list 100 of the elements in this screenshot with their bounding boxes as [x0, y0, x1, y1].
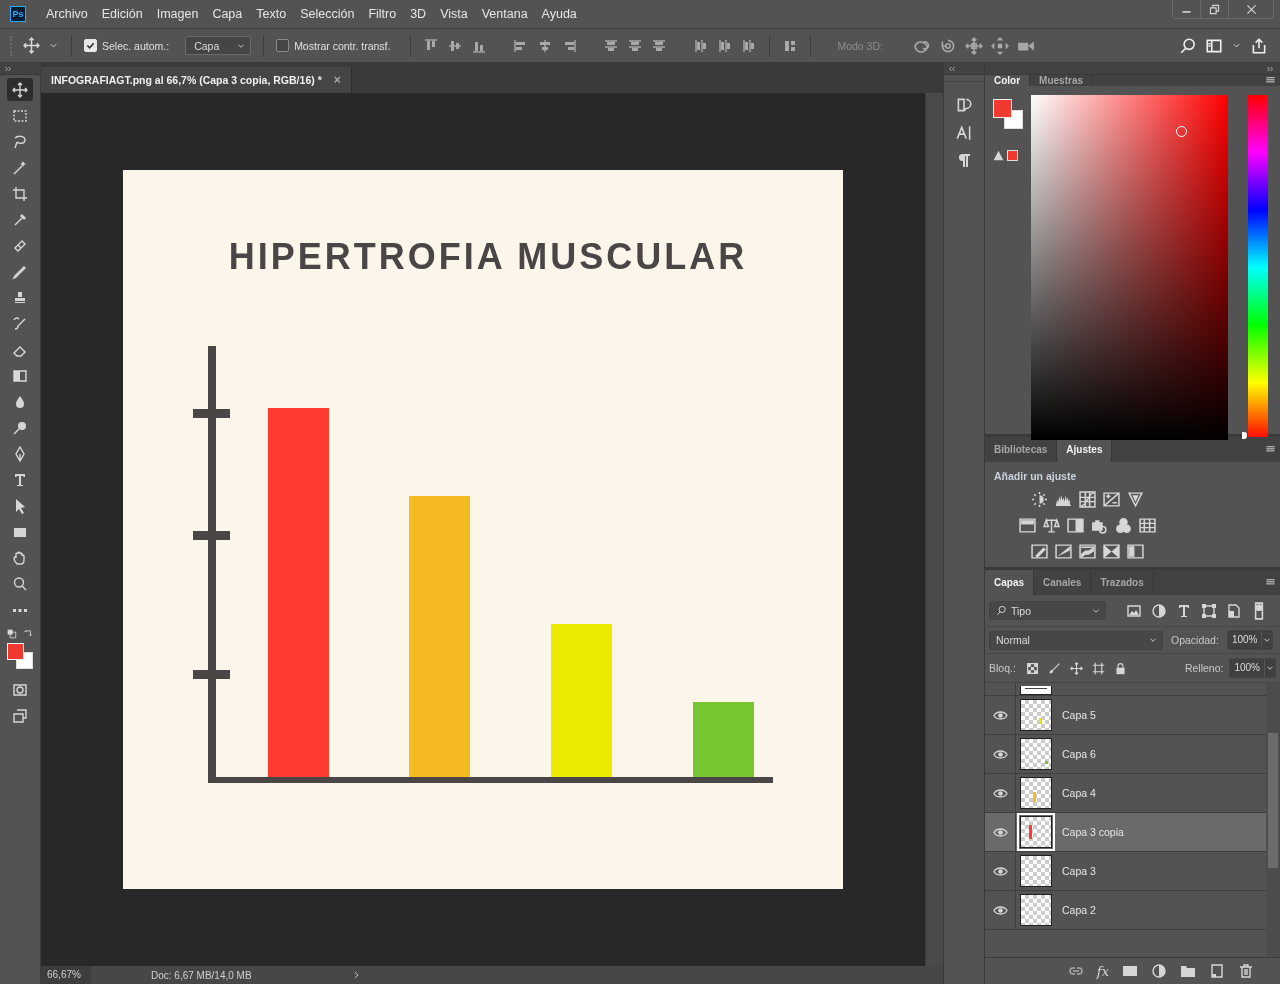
panel-menu-icon[interactable] [1265, 75, 1276, 86]
eyedropper-icon[interactable] [12, 211, 28, 228]
grayscale-icon[interactable] [1067, 516, 1084, 534]
rectangular-marquee-icon[interactable] [12, 107, 28, 124]
document-tab[interactable]: INFOGRAFIAGT.png al 66,7% (Capa 3 copia, RGB/16) * × [41, 67, 352, 93]
panel-tab[interactable]: Muestras [1030, 75, 1093, 86]
pen-icon[interactable] [12, 445, 28, 462]
layer-mask-icon[interactable] [1122, 963, 1138, 979]
posterize-icon[interactable] [1055, 542, 1072, 560]
smart-object-filter-icon[interactable] [1226, 602, 1242, 619]
menu-item[interactable]: Selección [300, 7, 355, 21]
lock-transparency-icon[interactable] [1025, 661, 1039, 675]
vertical-scrollbar[interactable] [925, 93, 943, 966]
menu-item[interactable]: Texto [256, 7, 287, 21]
zoom-field[interactable]: 66,67% [41, 966, 91, 984]
selective-color-icon[interactable] [1103, 542, 1120, 560]
trash-icon[interactable] [1238, 963, 1254, 979]
fill-field[interactable]: 100% [1229, 658, 1276, 678]
brightness-icon[interactable] [1031, 490, 1048, 508]
layer-thumbnail[interactable] [1020, 777, 1052, 809]
folder-icon[interactable] [1180, 963, 1196, 979]
shape-filter-icon[interactable] [1201, 602, 1217, 619]
paragraph-icon[interactable] [956, 152, 972, 168]
quick-mask-icon[interactable] [12, 681, 28, 698]
dodge-icon[interactable] [12, 419, 28, 436]
restore-icon[interactable] [1208, 2, 1221, 16]
artboard-icon[interactable] [1091, 661, 1105, 675]
stamp-icon[interactable] [12, 289, 28, 306]
layer-thumbnail[interactable] [1020, 699, 1052, 731]
close-tab-button[interactable]: × [333, 73, 341, 87]
invert-icon[interactable] [1031, 542, 1048, 560]
vibrance-icon[interactable] [1127, 490, 1144, 508]
checkbox[interactable] [276, 39, 290, 52]
menu-item[interactable]: Ayuda [541, 7, 577, 21]
blend-mode-dropdown[interactable]: Normal [989, 630, 1163, 650]
magic-wand-icon[interactable] [12, 159, 28, 176]
panel-tab[interactable]: Capas [985, 570, 1034, 595]
panel-tab[interactable]: Trazados [1091, 570, 1154, 595]
color-swatches[interactable] [7, 643, 33, 669]
layer-filter-dropdown[interactable]: Tipo [989, 601, 1106, 620]
panel-tab[interactable]: Color [985, 75, 1031, 86]
layer-row[interactable]: Capa 5 [985, 696, 1266, 735]
threshold-icon[interactable] [1079, 542, 1096, 560]
layer-row[interactable]: Capa 2 [985, 891, 1266, 930]
lasso-icon[interactable] [12, 133, 28, 150]
slide-3d-icon[interactable] [990, 36, 1009, 55]
channel-mixer-icon[interactable] [1115, 516, 1132, 534]
layer-row[interactable]: Capa 6 [985, 735, 1266, 774]
share-icon[interactable] [1250, 36, 1268, 55]
move-icon[interactable] [23, 37, 40, 54]
layer-row[interactable]: Capa 3 copia [985, 813, 1266, 852]
layer-style-button[interactable]: fx [1096, 963, 1109, 979]
gamut-swatch[interactable] [1007, 150, 1018, 161]
character-icon[interactable] [955, 124, 973, 142]
layer-row[interactable]: Capa 3 [985, 852, 1266, 891]
distribute-bottom-icon[interactable] [651, 37, 668, 54]
lock-icon[interactable] [1113, 661, 1127, 675]
hue-slider[interactable] [1248, 95, 1268, 440]
lock-position-icon[interactable] [1069, 661, 1083, 675]
screen-mode-icon[interactable] [12, 707, 28, 724]
history-brush-icon[interactable] [12, 315, 28, 332]
type-filter-icon[interactable] [1176, 602, 1192, 619]
color-balance-icon[interactable] [1043, 516, 1060, 534]
menu-item[interactable]: Filtro [368, 7, 397, 21]
chevron-right-icon[interactable] [351, 970, 361, 980]
layers-scrollbar[interactable] [1266, 683, 1280, 957]
close-icon[interactable] [1244, 2, 1258, 16]
hue-slider-thumb[interactable] [1242, 432, 1247, 439]
exposure-icon[interactable] [1103, 490, 1120, 508]
layer-thumbnail[interactable] [1020, 816, 1052, 848]
default-colors-icon[interactable] [7, 629, 17, 639]
distribute-middle-icon[interactable] [627, 37, 644, 54]
menu-item[interactable]: Edición [101, 7, 143, 21]
layer-thumbnail[interactable] [1020, 738, 1052, 770]
crop-icon[interactable] [12, 185, 28, 202]
type-tool-icon[interactable] [12, 471, 28, 488]
swap-colors-icon[interactable] [23, 629, 33, 639]
distribute-top-icon[interactable] [603, 37, 620, 54]
move-tool-icon[interactable] [12, 81, 28, 98]
hand-icon[interactable] [12, 549, 28, 566]
adjustment-layer-icon[interactable] [1151, 963, 1167, 979]
menu-item[interactable]: 3D [410, 7, 427, 21]
adjustment-filter-icon[interactable] [1151, 602, 1167, 619]
color-field[interactable] [1031, 95, 1228, 440]
panel-menu-icon[interactable] [1265, 577, 1276, 588]
history-icon[interactable] [955, 96, 973, 114]
color-swatches[interactable] [993, 99, 1023, 129]
menu-item[interactable]: Vista [440, 7, 468, 21]
gradient-map-icon[interactable] [1127, 542, 1144, 560]
opacity-field[interactable]: 100% [1226, 630, 1274, 650]
target-dropdown[interactable]: Capa [185, 36, 252, 55]
new-layer-icon[interactable] [1209, 963, 1225, 979]
menu-item[interactable]: Imagen [156, 7, 199, 21]
image-filter-icon[interactable] [1126, 602, 1142, 619]
layer-thumbnail[interactable] [1020, 855, 1052, 887]
menu-item[interactable]: Ventana [481, 7, 528, 21]
hue-saturation-icon[interactable] [1019, 516, 1036, 534]
color-lookup-icon[interactable] [1139, 516, 1156, 534]
pan-3d-icon[interactable] [964, 36, 983, 55]
gradient-icon[interactable] [12, 367, 28, 384]
